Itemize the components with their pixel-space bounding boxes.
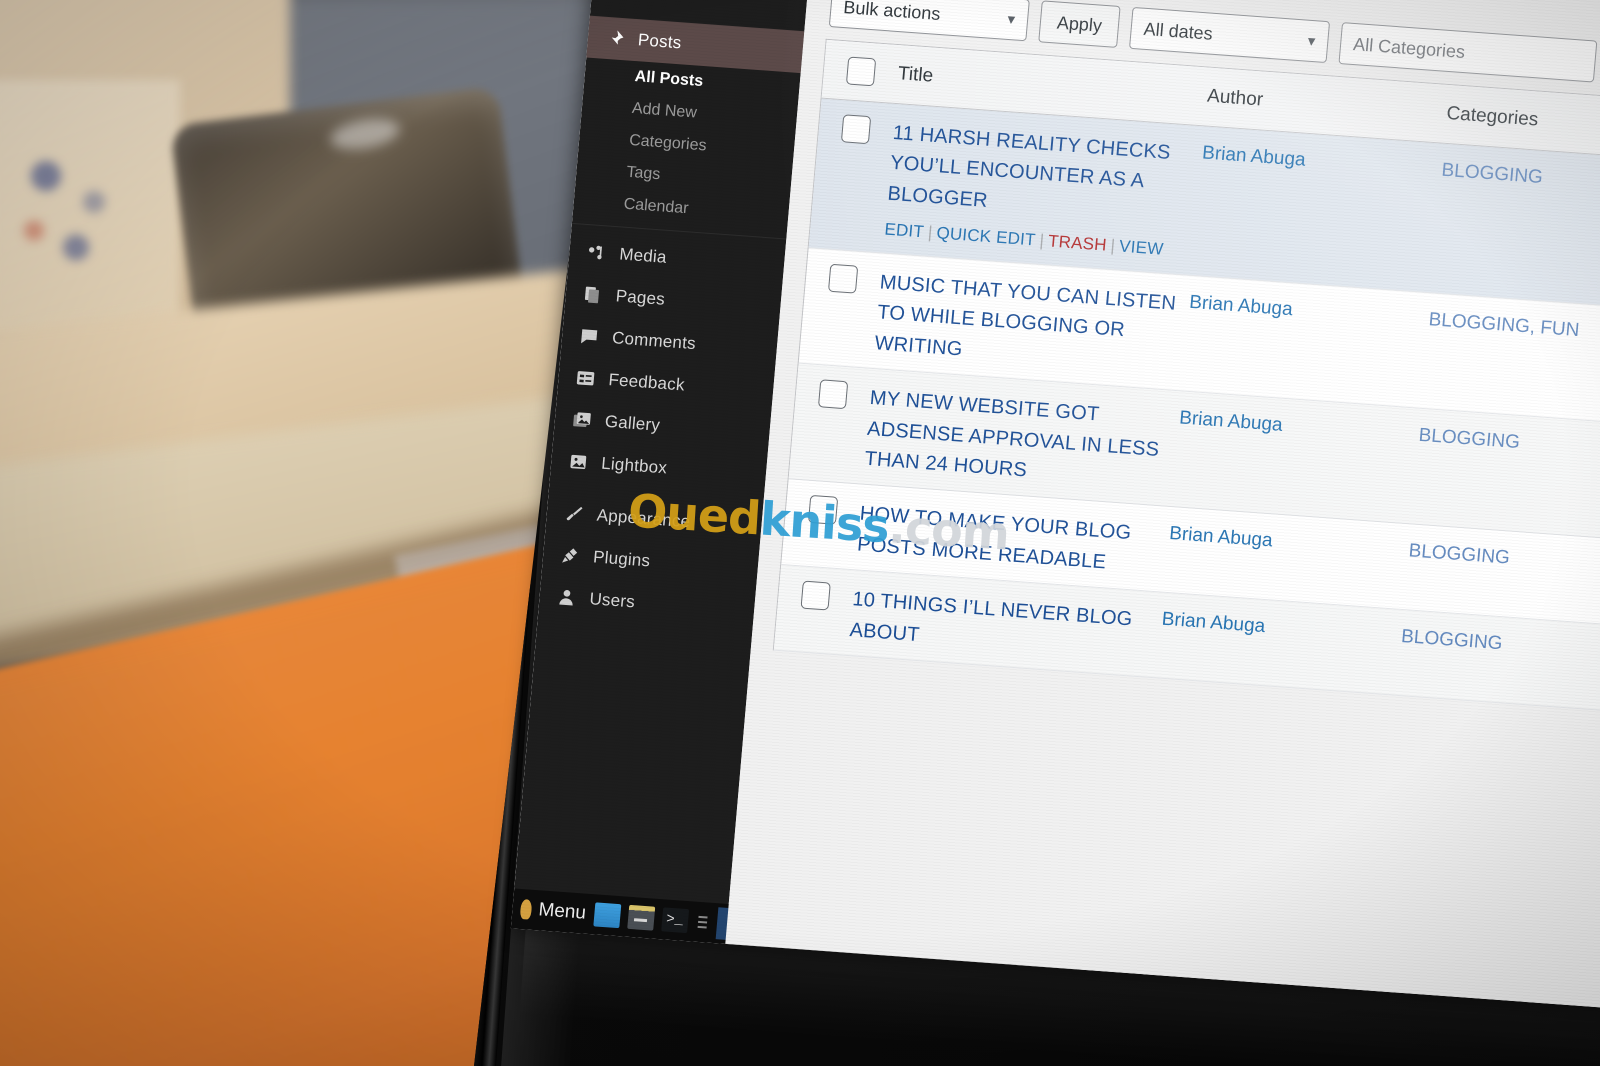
- post-categories-cell[interactable]: BLOGGING: [1441, 158, 1600, 211]
- select-all-checkbox[interactable]: [845, 56, 877, 87]
- row-select-cell[interactable]: [795, 378, 871, 411]
- post-author-cell[interactable]: Brian Abuga: [1188, 290, 1429, 331]
- sidebar-sub-label: Add New: [631, 99, 698, 122]
- pages-icon: [581, 283, 605, 307]
- background-box-marking: [10, 150, 130, 280]
- user-icon: [555, 586, 579, 610]
- view-link[interactable]: View: [1118, 237, 1164, 259]
- post-categories-cell[interactable]: BLOGGING, FUN: [1428, 307, 1600, 360]
- sidebar-item-label: Jetpack: [642, 0, 703, 3]
- category-filter-value: All Categories: [1352, 33, 1466, 62]
- row-select-cell[interactable]: [818, 113, 894, 146]
- sidebar-item-label: Lightbox: [600, 453, 668, 478]
- chevron-down-icon: ▾: [1307, 32, 1317, 51]
- brush-icon: [562, 502, 586, 526]
- post-categories-cell[interactable]: BLOGGING: [1408, 539, 1600, 592]
- sidebar-item-label: Posts: [637, 30, 683, 53]
- watermark-part-2: kniss: [758, 491, 891, 554]
- lightbox-icon: [566, 450, 590, 474]
- sidebar-sub-label: All Posts: [634, 68, 704, 90]
- column-header-title[interactable]: Title: [897, 63, 1208, 107]
- sidebar-item-label: Users: [588, 589, 636, 612]
- gallery-icon: [570, 408, 594, 432]
- post-title-cell[interactable]: MUSIC THAT YOU CAN LISTEN TO WHILE BLOGG…: [873, 267, 1190, 380]
- app-blue-icon[interactable]: [592, 902, 621, 929]
- post-author-cell[interactable]: Brian Abuga: [1161, 607, 1402, 648]
- column-header-author[interactable]: Author: [1206, 86, 1447, 125]
- feedback-icon: [574, 367, 598, 391]
- plug-icon: [558, 544, 582, 568]
- taskbar-grip-handle[interactable]: [697, 915, 708, 929]
- file-manager-icon[interactable]: [626, 904, 655, 931]
- terminal-icon[interactable]: >_: [660, 907, 689, 934]
- taskbar-menu-label: Menu: [537, 899, 587, 924]
- row-checkbox[interactable]: [817, 379, 849, 410]
- sidebar-item-label: Pages: [614, 286, 666, 309]
- post-title-cell[interactable]: 10 THINGS I’LL NEVER BLOG ABOUT: [849, 584, 1163, 667]
- sidebar-sub-label: Tags: [625, 163, 661, 184]
- row-select-cell[interactable]: [805, 262, 881, 295]
- post-categories-cell[interactable]: BLOGGING: [1418, 423, 1600, 476]
- post-title-cell[interactable]: 11 HARSH REALITY CHECKS YOU’LL ENCOUNTER…: [883, 118, 1203, 265]
- sidebar-sub-label: Categories: [628, 131, 708, 155]
- post-categories-cell[interactable]: BLOGGING: [1400, 624, 1600, 677]
- chevron-down-icon: ▾: [1006, 10, 1016, 29]
- posts-table: Title Author Categories 11 HARSH REALITY…: [772, 38, 1600, 725]
- distro-logo-icon: [519, 899, 533, 920]
- apply-label: Apply: [1056, 12, 1103, 36]
- sidebar-sub-label: Calendar: [623, 195, 690, 218]
- bulk-actions-value: Bulk actions: [842, 0, 942, 24]
- post-title-link[interactable]: 11 HARSH REALITY CHECKS YOU’LL ENCOUNTER…: [887, 122, 1172, 212]
- sidebar-item-label: Gallery: [604, 411, 661, 435]
- row-select-cell[interactable]: [778, 579, 854, 612]
- sidebar-item-label: Comments: [611, 328, 697, 354]
- watermark-part-3: .com: [887, 499, 1011, 561]
- edit-link[interactable]: Edit: [884, 220, 925, 242]
- sidebar-item-label: Media: [618, 244, 668, 267]
- media-icon: [585, 241, 609, 265]
- select-all-cell[interactable]: [823, 55, 899, 88]
- pin-icon: [603, 27, 627, 51]
- trash-link[interactable]: Trash: [1047, 232, 1107, 255]
- taskbar-menu-button[interactable]: Menu: [519, 898, 587, 925]
- post-author-cell[interactable]: Brian Abuga: [1201, 140, 1442, 181]
- apply-button[interactable]: Apply: [1038, 0, 1121, 48]
- sidebar-item-label: Feedback: [607, 369, 686, 395]
- post-title-cell[interactable]: MY NEW WEBSITE GOT ADSENSE APPROVAL IN L…: [863, 383, 1180, 496]
- row-checkbox[interactable]: [800, 580, 831, 611]
- post-title-link[interactable]: MY NEW WEBSITE GOT ADSENSE APPROVAL IN L…: [864, 387, 1160, 481]
- date-filter-select[interactable]: All dates ▾: [1129, 6, 1331, 64]
- sidebar-item-label: Plugins: [592, 547, 652, 571]
- row-checkbox[interactable]: [827, 263, 859, 294]
- photo-scene: G Site Kit Jetpack Posts: [0, 0, 1600, 1066]
- post-author-cell[interactable]: Brian Abuga: [1168, 521, 1409, 562]
- watermark-part-1: Oued: [626, 483, 762, 546]
- post-author-cell[interactable]: Brian Abuga: [1178, 406, 1419, 447]
- comments-icon: [577, 325, 601, 349]
- post-title-link[interactable]: MUSIC THAT YOU CAN LISTEN TO WHILE BLOGG…: [874, 271, 1177, 360]
- row-checkbox[interactable]: [840, 114, 872, 145]
- quick-edit-link[interactable]: Quick Edit: [936, 224, 1037, 250]
- date-filter-value: All dates: [1142, 18, 1214, 44]
- post-title-link[interactable]: 10 THINGS I’LL NEVER BLOG ABOUT: [849, 588, 1133, 645]
- bulk-actions-select[interactable]: Bulk actions ▾: [828, 0, 1030, 42]
